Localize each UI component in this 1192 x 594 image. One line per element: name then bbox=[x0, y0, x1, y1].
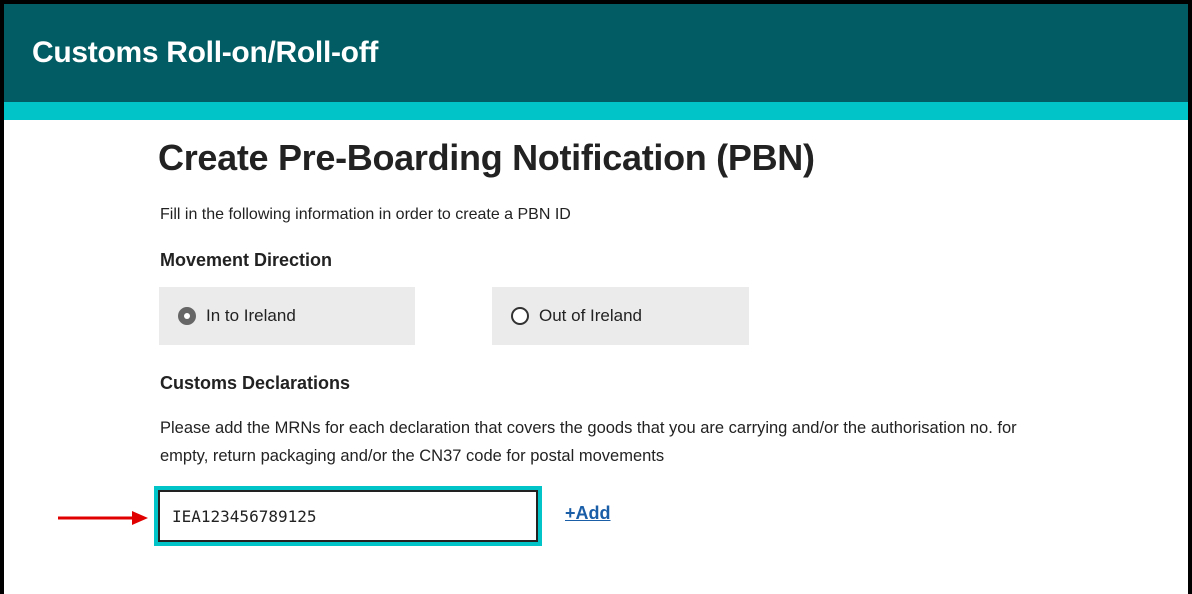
radio-selected-icon[interactable] bbox=[178, 307, 196, 325]
header-accent-bar bbox=[0, 102, 1192, 120]
add-mrn-link[interactable]: +Add bbox=[565, 503, 611, 524]
radio-out-of-ireland-label: Out of Ireland bbox=[539, 306, 643, 325]
movement-direction-label: Movement Direction bbox=[160, 250, 333, 270]
app-header: Customs Roll-on/Roll-off bbox=[0, 0, 1192, 102]
page-title: Create Pre-Boarding Notification (PBN) bbox=[158, 137, 815, 178]
radio-out-of-ireland[interactable]: Out of Ireland bbox=[492, 287, 749, 345]
mrn-input-focus-ring bbox=[154, 486, 542, 546]
radio-unselected-icon[interactable] bbox=[511, 307, 529, 325]
customs-declarations-help: Please add the MRNs for each declaration… bbox=[160, 419, 1017, 465]
radio-in-to-ireland-label: In to Ireland bbox=[206, 306, 296, 325]
app-title: Customs Roll-on/Roll-off bbox=[32, 36, 379, 69]
right-arrow-icon bbox=[58, 511, 148, 525]
mrn-input[interactable] bbox=[158, 490, 538, 542]
intro-text: Fill in the following information in ord… bbox=[160, 206, 571, 223]
radio-in-to-ireland[interactable]: In to Ireland bbox=[159, 287, 415, 345]
customs-declarations-label: Customs Declarations bbox=[160, 373, 351, 393]
